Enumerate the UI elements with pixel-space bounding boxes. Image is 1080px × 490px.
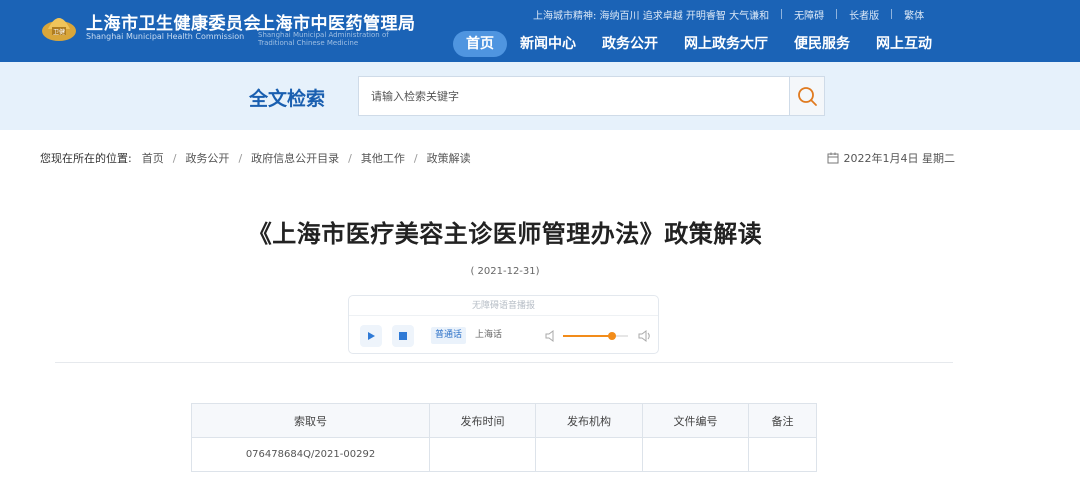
search-input[interactable] [358,76,790,116]
col-publish-time: 发布时间 [429,403,536,438]
calendar-icon [827,152,838,164]
link-traditional-chinese[interactable]: 繁体 [904,7,924,22]
stop-icon [399,332,407,340]
col-remarks: 备注 [748,403,817,438]
cell-index-number: 07647868​4Q/2021-00292 [191,437,430,472]
city-spirit-text: 上海城市精神: 海纳百川 追求卓越 开明睿智 大气谦和 [533,10,770,22]
search-button[interactable] [789,76,825,116]
link-accessibility[interactable]: 无障碍 [794,7,824,22]
table-row: 07647868​4Q/2021-00292 [191,437,817,472]
volume-up-icon[interactable] [638,329,652,343]
volume-down-icon[interactable] [545,329,557,343]
col-document-number: 文件编号 [642,403,749,438]
breadcrumb: 您现在所在的位置: 首页 / 政务公开 / 政府信息公开目录 / 其他工作 / … [40,150,471,166]
nav-public-services[interactable]: 便民服务 [781,31,863,57]
volume-slider-handle[interactable] [607,332,616,340]
breadcrumb-policy-interpretation[interactable]: 政策解读 [427,150,471,166]
nav-home[interactable]: 首页 [453,31,507,57]
link-elder-version[interactable]: 长者版 [849,7,879,22]
stop-button[interactable] [392,325,414,347]
play-icon [368,332,375,340]
nav-online-interaction[interactable]: 网上互动 [863,31,945,57]
volume-slider-fill [563,335,612,337]
article-title: 《上海市医疗美容主诊医师管理办法》政策解读 [247,220,763,248]
content-divider [55,362,953,363]
org-name-health-commission-en: Shanghai Municipal Health Commission [86,32,245,41]
table-header-row: 索取号 发布时间 发布机构 文件编号 备注 [191,403,817,438]
svg-text:卫健: 卫健 [53,28,65,36]
nav-government-affairs[interactable]: 政务公开 [589,31,671,57]
org-name-tcm-administration-en: Shanghai Municipal Administration of Tra… [258,31,389,47]
play-button[interactable] [360,325,382,347]
volume-slider[interactable] [563,335,628,337]
breadcrumb-government-affairs[interactable]: 政务公开 [185,150,229,166]
breadcrumb-lead: 您现在所在的位置: [40,152,132,165]
date-text: 2022年1月4日 星期二 [843,152,956,165]
player-title: 无障碍语音播报 [349,296,658,316]
cell-publisher [535,437,643,472]
emblem-logo[interactable]: 卫健 [40,9,78,43]
org-name-health-commission[interactable]: 上海市卫生健康委员会 [86,9,261,34]
search-section: 全文检索 [0,62,1080,130]
top-utility-bar: 上海城市精神: 海纳百川 追求卓越 开明睿智 大气谦和 无障碍 长者版 繁体 [533,7,924,22]
site-header: 卫健 上海市卫生健康委员会 Shanghai Municipal Health … [0,0,1080,62]
cell-remarks [748,437,817,472]
publish-date: ( 2021-12-31) [470,266,540,277]
breadcrumb-home[interactable]: 首页 [142,150,164,166]
lang-shanghainese[interactable]: 上海话 [471,327,506,344]
lang-mandarin[interactable]: 普通话 [431,327,467,344]
cell-publish-time [429,437,536,472]
cell-document-number [642,437,749,472]
document-info-table: 索取号 发布时间 发布机构 文件编号 备注 07647868​4Q/2021-0… [191,403,817,472]
nav-news-center[interactable]: 新闻中心 [507,31,589,57]
main-nav: 首页 新闻中心 政务公开 网上政务大厅 便民服务 网上互动 [453,30,945,58]
col-publisher: 发布机构 [535,403,643,438]
nav-online-service-hall[interactable]: 网上政务大厅 [671,31,781,57]
breadcrumb-other-work[interactable]: 其他工作 [361,150,405,166]
search-title: 全文检索 [249,88,326,110]
breadcrumb-info-catalog[interactable]: 政府信息公开目录 [251,150,339,166]
voice-broadcast-player: 无障碍语音播报 普通话 上海话 [348,295,659,354]
current-date: 2022年1月4日 星期二 [827,150,956,166]
col-index-number: 索取号 [191,403,430,438]
search-icon [798,87,817,106]
